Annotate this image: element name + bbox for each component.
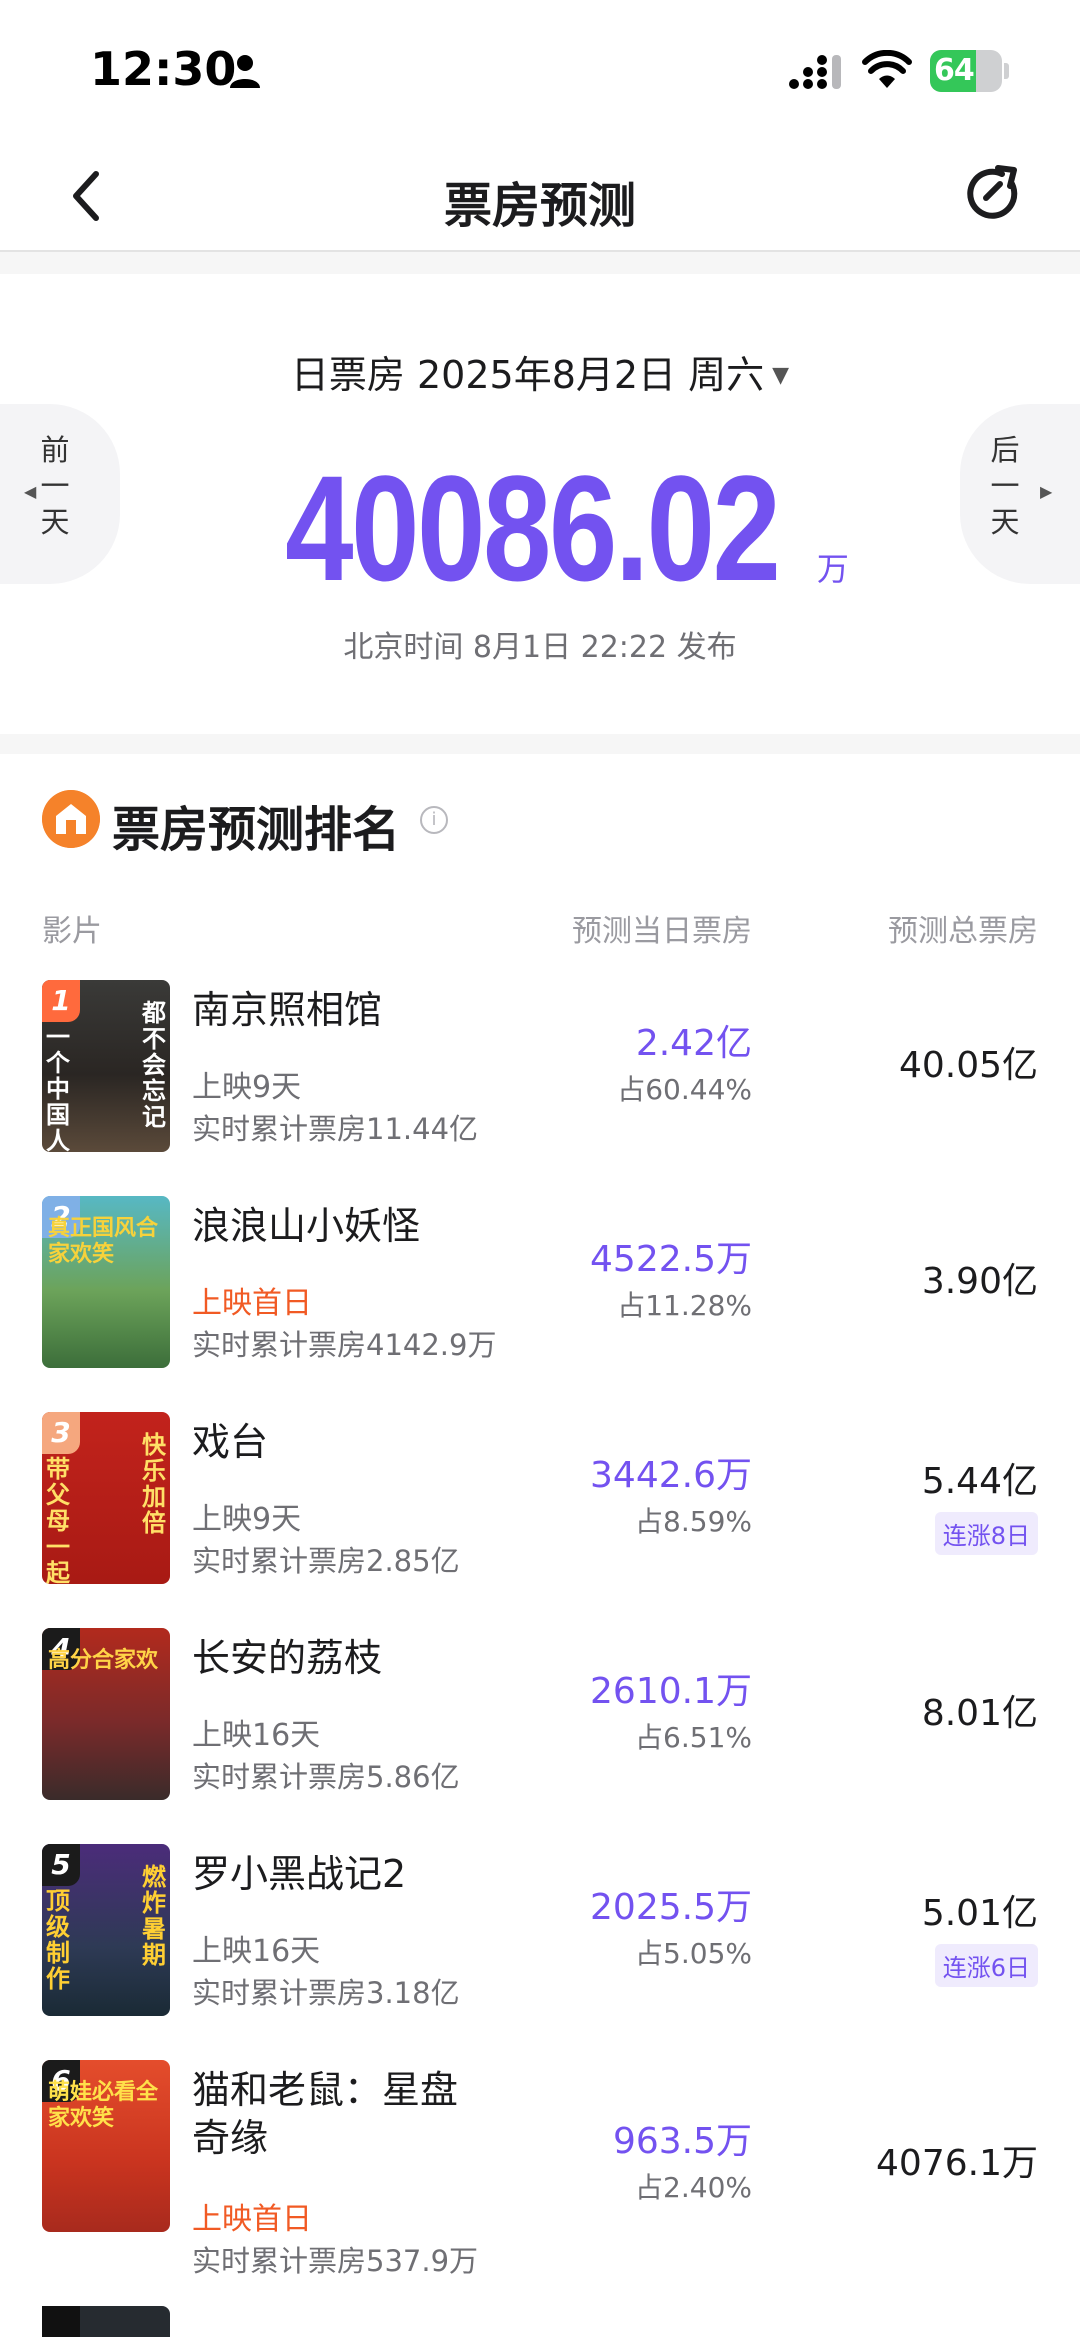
forecast-day-gross: 2610.1万	[590, 1671, 752, 1712]
forecast-day-gross: 2025.5万	[590, 1887, 752, 1928]
gross-share: 占2.40%	[635, 2171, 752, 2204]
rising-streak-badge: 连涨6日	[934, 1944, 1038, 1987]
column-day-gross: 预测当日票房	[572, 914, 752, 949]
status-bar: 12:30 64	[0, 0, 1080, 140]
cumulative-gross: 实时累计票房2.85亿	[192, 1544, 460, 1578]
forecast-total-gross: 8.01亿	[921, 1693, 1038, 1734]
film-row[interactable]: 1 一个中国人 都不会忘记 南京照相馆上映9天实时累计票房11.44亿 2.42亿占60…	[0, 980, 1080, 1196]
cumulative-gross: 实时累计票房3.18亿	[192, 1976, 460, 2010]
film-poster[interactable]: 1 一个中国人 都不会忘记	[42, 980, 170, 1152]
gross-share: 占60.44%	[617, 1073, 752, 1106]
publish-time: 北京时间 8月1日 22:22 发布	[343, 630, 737, 665]
poster-tagline: 一个中国人	[46, 1023, 70, 1152]
cinema-logo-icon	[42, 790, 100, 848]
film-row[interactable]: 4 高分合家欢 长安的荔枝上映16天实时累计票房5.86亿 2610.1万占6.51%…	[0, 1628, 1080, 1844]
film-poster[interactable]: 3带父母一起看 快乐加倍	[42, 1412, 170, 1584]
box-office-forecast-page: 12:30 64 票房预测 日票房 2025年8月2日 周六 ▼ ◀ 前一天 后…	[0, 0, 1080, 2337]
rank-badge: 3	[42, 1412, 80, 1454]
poster-tagline: 顶级制作	[46, 1887, 70, 1993]
forecast-day-gross: 4522.5万	[590, 1239, 752, 1280]
forecast-day-gross: 2.42亿	[635, 1023, 752, 1064]
cumulative-gross: 实时累计票房537.9万	[192, 2244, 479, 2278]
film-poster[interactable]: 2 真正国风合家欢笑	[42, 1196, 170, 1368]
wifi-icon	[862, 50, 912, 88]
column-headers: 影片 预测当日票房 预测总票房	[0, 906, 1080, 950]
rank-badge: 1	[42, 980, 80, 1022]
date-label: 日票房 2025年8月2日 周六	[290, 353, 765, 397]
film-row[interactable]: 6 萌娃必看全家欢笑 猫和老鼠：星盘奇缘上映首日实时累计票房537.9万 963.5万…	[0, 2060, 1080, 2320]
film-title[interactable]: 长安的荔枝	[192, 1634, 492, 1682]
gross-unit: 万	[816, 550, 849, 588]
daily-gross-forecast: 40086.02 万	[0, 442, 1080, 615]
gross-share: 占11.28%	[617, 1289, 752, 1322]
page-title: 票房预测	[443, 178, 636, 234]
release-status: 上映16天	[192, 1934, 321, 1969]
film-poster[interactable]: 6 萌娃必看全家欢笑	[42, 2060, 170, 2232]
rising-streak-badge: 连涨8日	[934, 1512, 1038, 1555]
rank-badge: 5	[42, 1844, 80, 1886]
release-status: 上映首日	[192, 2202, 312, 2237]
release-status: 上映16天	[192, 1718, 321, 1753]
battery-charging-icon: 64	[930, 50, 1010, 92]
film-title[interactable]: 戏台	[192, 1418, 492, 1466]
signal-icon	[789, 55, 841, 89]
film-row[interactable]: 5 顶级制作 燃炸暑期 罗小黑战记2 上映16天实时累计票房3.18亿 2025.5万占5…	[0, 1844, 1080, 2060]
info-icon[interactable]: i	[420, 806, 448, 834]
film-row[interactable]: 2 真正国风合家欢笑 浪浪山小妖怪上映首日实时累计票房4142.9万 4522.5万占…	[0, 1196, 1080, 1412]
film-title[interactable]: 南京照相馆	[192, 986, 492, 1034]
film-poster[interactable]: 5 顶级制作 燃炸暑期	[42, 1844, 170, 2016]
poster-tagline: 真正国风合家欢笑	[48, 1216, 159, 1267]
refresh-icon[interactable]	[962, 162, 1024, 224]
film-title[interactable]: 猫和老鼠：星盘奇缘	[192, 2066, 492, 2162]
film-row[interactable]: 3带父母一起看 快乐加倍 戏台上映9天实时累计票房2.85亿 3442.6万占8.59…	[0, 1412, 1080, 1628]
poster-tagline: 带父母一起看	[46, 1455, 70, 1584]
release-status: 上映9天	[192, 1502, 302, 1537]
ranking-title: 票房预测排名	[112, 802, 401, 858]
poster-tagline: 快乐加倍	[142, 1431, 166, 1537]
forecast-total-gross: 40.05亿	[898, 1045, 1038, 1086]
forecast-ranking: 票房预测排名 i 影片 预测当日票房 预测总票房 1 一个中国人 都不会忘记 南京照相…	[0, 754, 1080, 2337]
poster-tagline: 高分合家欢	[48, 1648, 159, 1673]
gross-share: 占6.51%	[635, 1721, 752, 1754]
cumulative-gross: 实时累计票房11.44亿	[192, 1112, 479, 1146]
forecast-total-gross: 5.01亿	[921, 1893, 1038, 1934]
film-poster-partial	[42, 2306, 170, 2337]
person-icon	[230, 55, 260, 88]
film-title[interactable]: 浪浪山小妖怪	[192, 1202, 492, 1250]
forecast-total-gross: 4076.1万	[876, 2143, 1038, 2184]
caret-down-icon: ▼	[772, 363, 790, 388]
poster-tagline: 萌娃必看全家欢笑	[48, 2080, 159, 2131]
cumulative-gross: 实时累计票房4142.9万	[192, 1328, 497, 1362]
daily-gross-summary: 日票房 2025年8月2日 周六 ▼ ◀ 前一天 后一天 ▶ 40086.02 万 …	[0, 274, 1080, 734]
column-total-gross: 预测总票房	[888, 914, 1038, 949]
column-film: 影片	[42, 914, 102, 949]
poster-tagline: 燃炸暑期	[142, 1863, 166, 1969]
forecast-total-gross: 3.90亿	[921, 1261, 1038, 1302]
cumulative-gross: 实时累计票房5.86亿	[192, 1760, 460, 1794]
forecast-day-gross: 963.5万	[612, 2121, 752, 2162]
release-status: 上映9天	[192, 1070, 302, 1105]
gross-share: 占8.59%	[635, 1505, 752, 1538]
forecast-day-gross: 3442.6万	[590, 1455, 752, 1496]
status-time: 12:30	[90, 42, 237, 96]
date-selector[interactable]: 日票房 2025年8月2日 周六 ▼	[0, 344, 1080, 399]
forecast-total-gross: 5.44亿	[921, 1461, 1038, 1502]
gross-number: 40086.02	[285, 444, 781, 612]
film-poster[interactable]: 4 高分合家欢	[42, 1628, 170, 1800]
gross-share: 占5.05%	[635, 1937, 752, 1970]
release-status: 上映首日	[192, 1286, 312, 1321]
film-title[interactable]: 罗小黑战记2	[192, 1850, 492, 1898]
nav-bar: 票房预测	[0, 140, 1080, 252]
poster-tagline: 都不会忘记	[142, 999, 166, 1131]
battery-percent: 64	[934, 53, 975, 88]
